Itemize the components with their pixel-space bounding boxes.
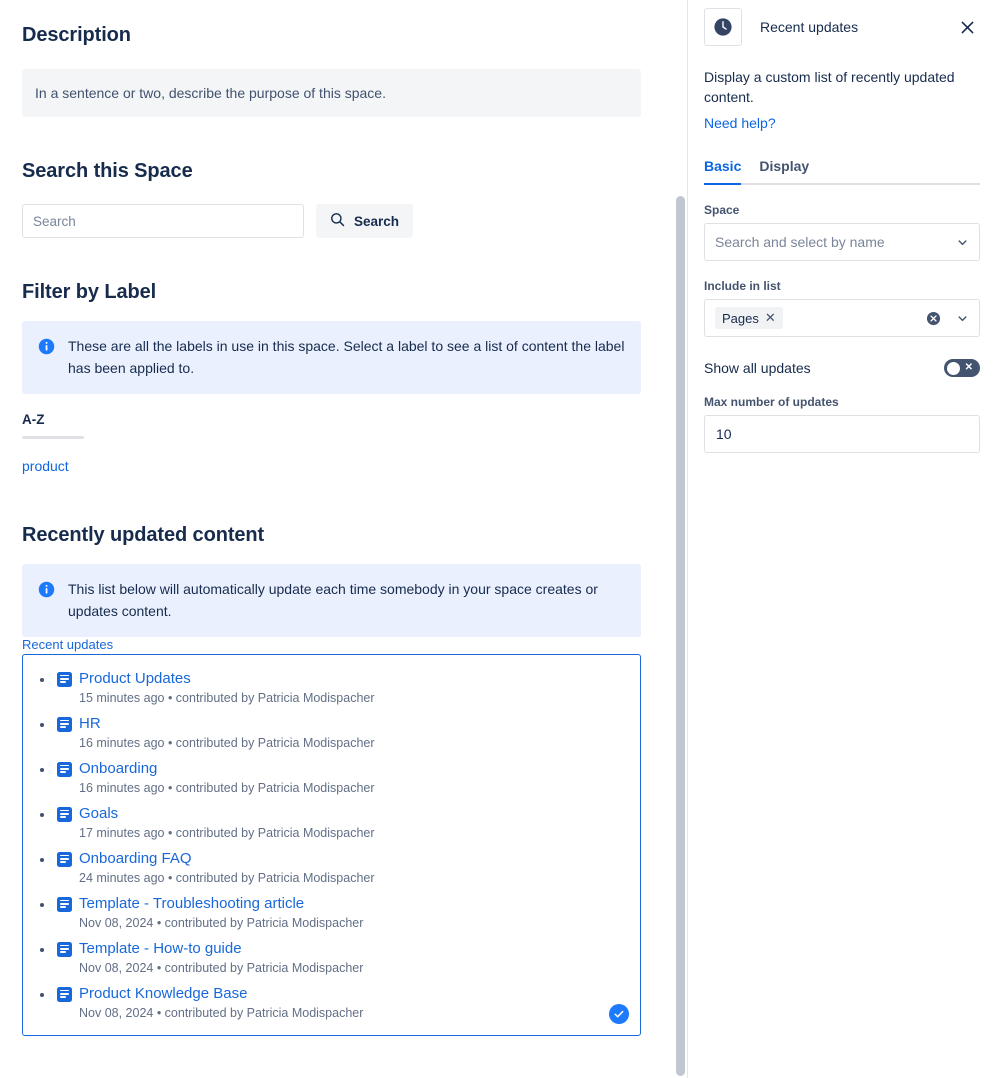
recent-updates-macro[interactable]: Recent updates Product Updates 15 minute… — [22, 654, 641, 1036]
list-item[interactable]: Template - How-to guide Nov 08, 2024 • c… — [31, 939, 626, 976]
list-item-title[interactable]: Onboarding — [79, 759, 157, 779]
list-item-meta: 16 minutes ago • contributed by Patricia… — [57, 780, 626, 796]
chevron-down-icon[interactable] — [956, 236, 969, 249]
list-item-head: HR — [57, 714, 626, 734]
filter-by-label-heading: Filter by Label — [22, 281, 641, 304]
show-all-updates-row: Show all updates ✕ — [704, 359, 980, 377]
list-item[interactable]: Goals 17 minutes ago • contributed by Pa… — [31, 804, 626, 841]
chip-pages-label: Pages — [722, 311, 759, 326]
page-icon — [57, 807, 72, 822]
panel-description: Display a custom list of recently update… — [704, 67, 980, 107]
search-space-heading: Search this Space — [22, 160, 641, 183]
page-icon — [57, 717, 72, 732]
list-item-head: Product Updates — [57, 669, 626, 689]
page-icon — [57, 942, 72, 957]
recent-updates-list: Product Updates 15 minutes ago • contrib… — [31, 669, 626, 1021]
page-icon — [57, 672, 72, 687]
page-icon — [57, 897, 72, 912]
clock-icon — [704, 8, 742, 46]
toggle-off-icon: ✕ — [965, 363, 973, 373]
list-item-title[interactable]: Onboarding FAQ — [79, 849, 192, 869]
panel-tabs: Basic Display — [704, 158, 980, 185]
list-item[interactable]: Onboarding FAQ 24 minutes ago • contribu… — [31, 849, 626, 886]
include-in-list-select[interactable]: Pages ✕ — [704, 299, 980, 337]
recent-updates-box[interactable]: Product Updates 15 minutes ago • contrib… — [22, 654, 641, 1036]
label-sort-tab-az[interactable]: A-Z — [22, 412, 84, 439]
list-item-title[interactable]: Goals — [79, 804, 118, 824]
check-circle-icon — [609, 1004, 629, 1024]
search-icon — [330, 212, 345, 230]
panel-title: Recent updates — [760, 19, 954, 35]
list-item[interactable]: Product Updates 15 minutes ago • contrib… — [31, 669, 626, 706]
filter-info-panel: These are all the labels in use in this … — [22, 321, 641, 394]
label-link-product[interactable]: product — [22, 458, 69, 474]
list-item-meta: 15 minutes ago • contributed by Patricia… — [57, 690, 626, 706]
list-item[interactable]: HR 16 minutes ago • contributed by Patri… — [31, 714, 626, 751]
search-input[interactable] — [22, 204, 304, 238]
space-select-placeholder: Search and select by name — [715, 234, 947, 250]
chip-pages[interactable]: Pages ✕ — [715, 307, 783, 329]
search-button[interactable]: Search — [316, 204, 413, 238]
list-item-head: Product Knowledge Base — [57, 984, 626, 1004]
chevron-down-icon[interactable] — [956, 312, 969, 325]
list-item-meta: 16 minutes ago • contributed by Patricia… — [57, 735, 626, 751]
search-row: Search — [22, 204, 641, 238]
page-icon — [57, 762, 72, 777]
recent-info-text: This list below will automatically updat… — [68, 578, 625, 622]
list-item-head: Onboarding — [57, 759, 626, 779]
recent-info-panel: This list below will automatically updat… — [22, 564, 641, 637]
list-item[interactable]: Onboarding 16 minutes ago • contributed … — [31, 759, 626, 796]
close-icon[interactable]: ✕ — [765, 310, 776, 326]
list-item-title[interactable]: Template - How-to guide — [79, 939, 242, 959]
recently-updated-heading: Recently updated content — [22, 524, 641, 547]
list-item-meta: Nov 08, 2024 • contributed by Patricia M… — [57, 960, 626, 976]
list-item-title[interactable]: HR — [79, 714, 101, 734]
screen-root: Description In a sentence or two, descri… — [0, 0, 996, 1078]
tab-display[interactable]: Display — [759, 158, 809, 183]
page-icon — [57, 987, 72, 1002]
page-icon — [57, 852, 72, 867]
list-item-meta: 17 minutes ago • contributed by Patricia… — [57, 825, 626, 841]
close-icon[interactable] — [954, 14, 980, 40]
filter-info-text: These are all the labels in use in this … — [68, 335, 625, 379]
max-updates-input[interactable] — [704, 415, 980, 453]
space-content-pane: Description In a sentence or two, descri… — [0, 0, 663, 1078]
description-placeholder-box: In a sentence or two, describe the purpo… — [22, 69, 641, 117]
list-item[interactable]: Product Knowledge Base Nov 08, 2024 • co… — [31, 984, 626, 1021]
clear-circle-icon[interactable] — [926, 311, 941, 326]
panel-header: Recent updates — [704, 0, 980, 46]
list-item-head: Template - Troubleshooting article — [57, 894, 626, 914]
list-item-meta: Nov 08, 2024 • contributed by Patricia M… — [57, 915, 626, 931]
label-sort-tab-az-label: A-Z — [22, 412, 84, 436]
list-item-title[interactable]: Product Updates — [79, 669, 191, 689]
content-scrollbar-thumb[interactable] — [676, 196, 685, 1076]
list-item[interactable]: Template - Troubleshooting article Nov 0… — [31, 894, 626, 931]
list-item-title[interactable]: Product Knowledge Base — [79, 984, 247, 1004]
tab-basic[interactable]: Basic — [704, 158, 741, 183]
include-in-list-label: Include in list — [704, 279, 980, 293]
show-all-updates-toggle[interactable]: ✕ — [944, 359, 980, 377]
list-item-title[interactable]: Template - Troubleshooting article — [79, 894, 304, 914]
info-icon — [38, 581, 55, 598]
need-help-link[interactable]: Need help? — [704, 115, 776, 131]
space-select[interactable]: Search and select by name — [704, 223, 980, 261]
search-button-label: Search — [354, 214, 399, 229]
list-item-head: Template - How-to guide — [57, 939, 626, 959]
space-field-label: Space — [704, 203, 980, 217]
list-item-head: Onboarding FAQ — [57, 849, 626, 869]
info-icon — [38, 338, 55, 355]
macro-badge-label: Recent updates — [22, 637, 113, 653]
show-all-updates-label: Show all updates — [704, 360, 811, 376]
toggle-knob — [947, 362, 960, 375]
description-heading: Description — [22, 24, 641, 47]
list-item-meta: 24 minutes ago • contributed by Patricia… — [57, 870, 626, 886]
macro-config-panel: Recent updates Display a custom list of … — [688, 0, 996, 1078]
list-item-meta: Nov 08, 2024 • contributed by Patricia M… — [57, 1005, 626, 1021]
list-item-head: Goals — [57, 804, 626, 824]
max-updates-label: Max number of updates — [704, 395, 980, 409]
